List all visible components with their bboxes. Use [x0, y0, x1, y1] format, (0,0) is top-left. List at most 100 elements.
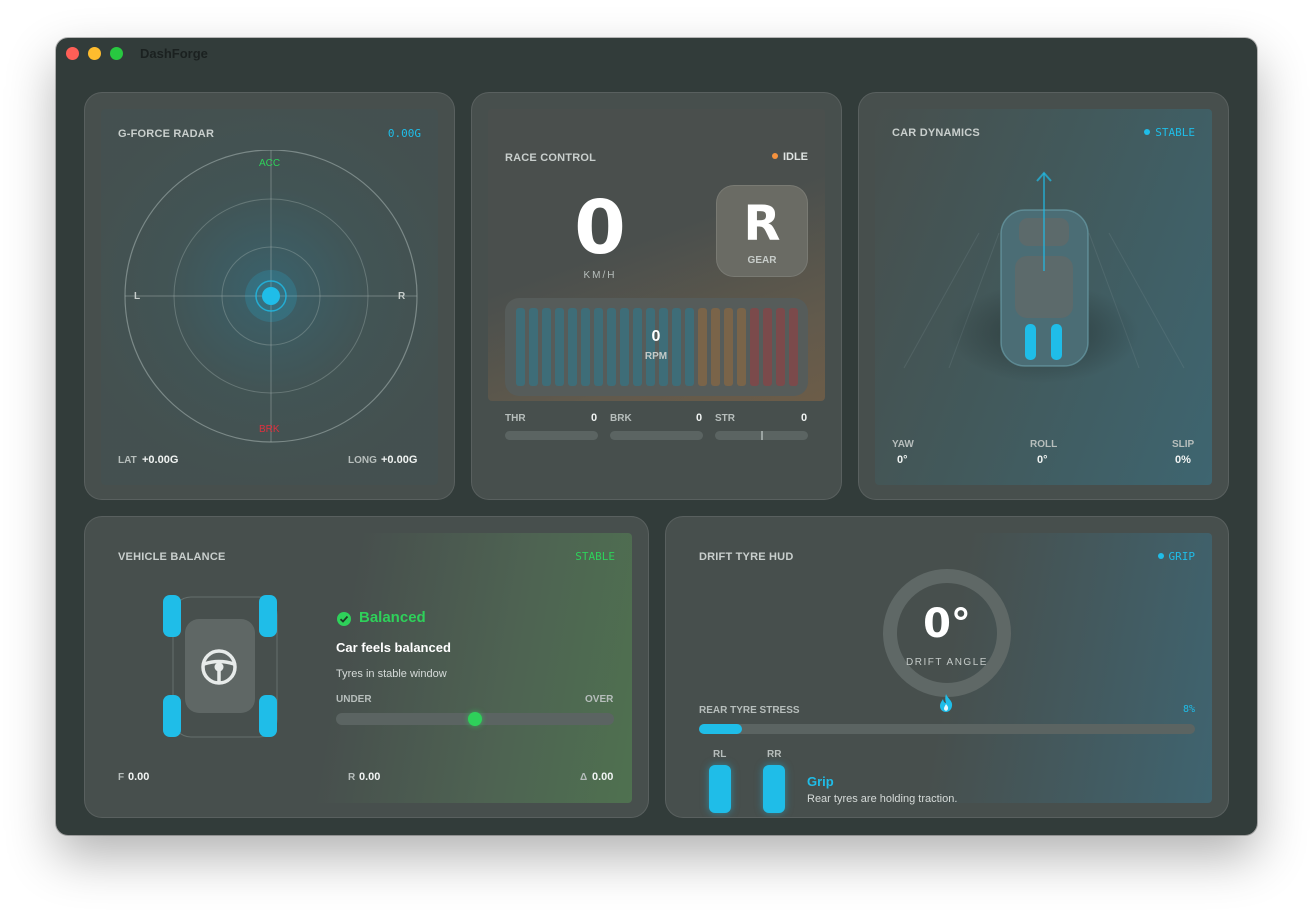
rpm-segment — [763, 308, 772, 386]
balance-slider — [336, 712, 614, 726]
steer-label: STR — [715, 413, 735, 424]
drift-status: GRIP — [1157, 550, 1196, 563]
brake-value: 0 — [696, 412, 703, 424]
rear-tyre-stress-label: REAR TYRE STRESS — [699, 705, 800, 716]
rpm-value: 0 — [651, 328, 661, 345]
grip-description: Rear tyres are holding traction. — [807, 793, 958, 805]
balance-headline: Car feels balanced — [336, 640, 451, 655]
delta-label: Δ — [580, 772, 588, 783]
rpm-segment — [737, 308, 746, 386]
lat-value: +0.00G — [142, 454, 179, 466]
steer-value: 0 — [801, 412, 808, 424]
panel-title: VEHICLE BALANCE — [118, 551, 226, 563]
app-window: DashForge G-FORCE RADAR 0.00G ACC BRK L … — [56, 38, 1257, 835]
rpm-segment — [607, 308, 616, 386]
rear-tyre-stress-value: 8% — [1182, 704, 1195, 715]
yaw-label: YAW — [892, 439, 914, 450]
drift-angle-value: 0° — [923, 601, 971, 647]
minimize-window-button[interactable] — [88, 47, 101, 60]
rpm-segment — [750, 308, 759, 386]
panel-title: G-FORCE RADAR — [118, 128, 215, 140]
over-label: OVER — [585, 694, 614, 705]
check-circle-icon — [337, 612, 351, 626]
throttle-value: 0 — [591, 412, 598, 424]
title-bar: DashForge — [56, 38, 1257, 70]
drift-status-text: GRIP — [1168, 550, 1196, 563]
roll-value: 0° — [1037, 454, 1048, 466]
rpm-segment — [529, 308, 538, 386]
slip-value: 0% — [1175, 454, 1191, 466]
car-top-view — [903, 171, 1185, 383]
close-window-button[interactable] — [66, 47, 79, 60]
rpm-segment — [594, 308, 603, 386]
long-value: +0.00G — [381, 454, 418, 466]
balance-description: Tyres in stable window — [336, 668, 447, 680]
rpm-segment — [711, 308, 720, 386]
gforce-panel: G-FORCE RADAR 0.00G ACC BRK L R LAT +0.0… — [84, 92, 455, 500]
rpm-meter: 0 RPM — [505, 298, 808, 396]
radar-label-acc: ACC — [259, 158, 281, 169]
long-label: LONG — [348, 455, 377, 466]
race-status: IDLE — [771, 151, 808, 163]
balance-state: Balanced — [359, 609, 426, 626]
rear-left-tyre — [709, 765, 731, 813]
brake-bar — [610, 431, 703, 440]
gear-label: GEAR — [747, 255, 777, 266]
radar-label-right: R — [398, 291, 406, 302]
rpm-segment — [581, 308, 590, 386]
radar-label-left: L — [134, 291, 141, 302]
rear-tyre-stress-fill — [699, 724, 742, 734]
steer-center-marker — [761, 431, 763, 440]
app-title: DashForge — [140, 46, 208, 61]
brake-label: BRK — [610, 413, 632, 424]
radar-label-brk: BRK — [259, 424, 280, 435]
rr-label: RR — [767, 749, 782, 760]
status-dot — [771, 153, 778, 159]
delta-value: 0.00 — [592, 771, 614, 783]
rl-label: RL — [713, 749, 727, 760]
rear-label: R — [348, 772, 356, 783]
gear-indicator: R GEAR — [716, 185, 808, 277]
zoom-window-button[interactable] — [110, 47, 123, 60]
panel-title: CAR DYNAMICS — [892, 127, 980, 139]
rpm-segment — [776, 308, 785, 386]
grip-title: Grip — [807, 774, 834, 789]
rpm-segment — [633, 308, 642, 386]
speed-unit: KM/H — [583, 270, 617, 281]
rpm-segment — [724, 308, 733, 386]
rpm-segment — [620, 308, 629, 386]
throttle-label: THR — [505, 413, 526, 424]
steer-bar — [715, 431, 808, 440]
dynamics-status-text: STABLE — [1155, 126, 1195, 139]
gforce-radar — [124, 150, 418, 443]
dynamics-status: STABLE — [1144, 126, 1195, 139]
rpm-segment — [789, 308, 798, 386]
under-label: UNDER — [336, 694, 372, 705]
speed-value: 0 — [574, 185, 626, 271]
slip-label: SLIP — [1172, 439, 1195, 450]
rpm-segment — [698, 308, 707, 386]
throttle-bar — [505, 431, 598, 440]
rpm-segment — [555, 308, 564, 386]
panel-title: RACE CONTROL — [505, 152, 597, 164]
roll-label: ROLL — [1030, 439, 1058, 450]
rpm-segment — [685, 308, 694, 386]
lat-label: LAT — [118, 455, 137, 466]
steering-wheel-icon — [201, 649, 237, 685]
rpm-segment — [568, 308, 577, 386]
rpm-segment — [516, 308, 525, 386]
front-value: 0.00 — [128, 771, 150, 783]
status-dot — [1157, 553, 1164, 559]
front-label: F — [118, 772, 125, 783]
rpm-segment — [542, 308, 551, 386]
yaw-value: 0° — [897, 454, 908, 466]
race-control-panel: RACE CONTROL IDLE 0 KM/H R GEAR 0 RPM TH… — [471, 92, 842, 500]
rpm-label: RPM — [644, 351, 668, 362]
flame-icon — [940, 694, 953, 712]
car-dynamics-panel: CAR DYNAMICS STABLE YAW 0° ROLL 0° SLIP … — [858, 92, 1229, 500]
gforce-total: 0.00G — [387, 127, 421, 140]
gear-value: R — [743, 196, 781, 252]
rpm-segment — [659, 308, 668, 386]
rear-right-tyre — [763, 765, 785, 813]
vehicle-balance-panel: VEHICLE BALANCE STABLE Balanced Car feel… — [84, 516, 649, 818]
